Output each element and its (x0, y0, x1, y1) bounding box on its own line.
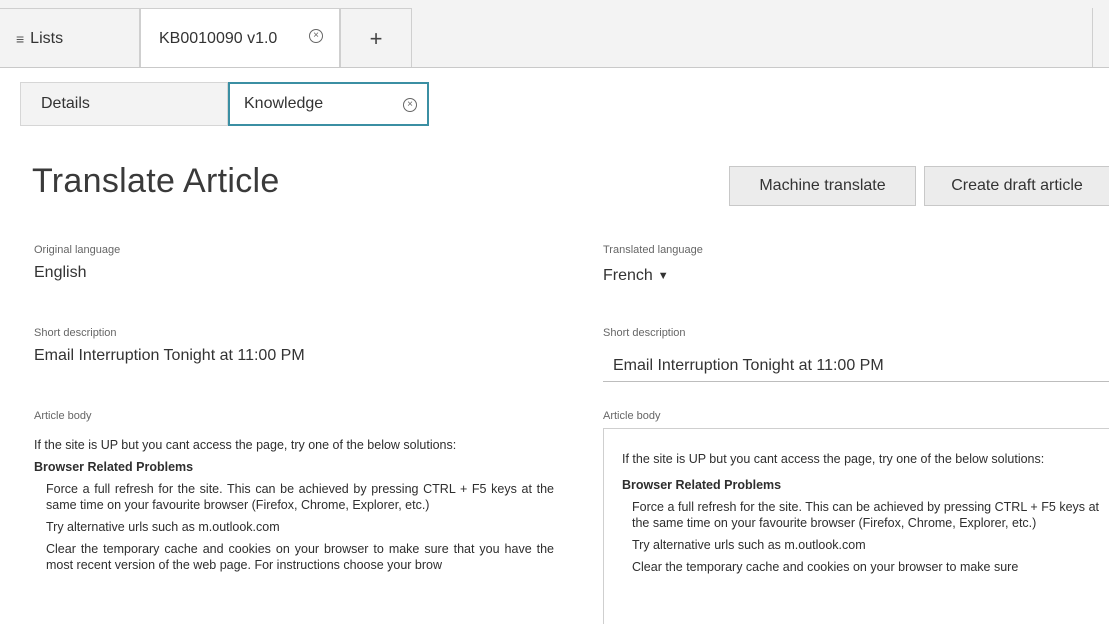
body-item: Try alternative urls such as m.outlook.c… (632, 538, 866, 552)
caret-down-icon: ▼ (657, 270, 669, 282)
tab-details[interactable]: Details (20, 82, 228, 126)
page-title: Translate Article (32, 162, 280, 200)
tab-knowledge-label: Knowledge (244, 95, 324, 112)
translated-article-body-label: Article body (603, 410, 661, 422)
body-item: Force a full refresh for the site. This … (632, 500, 1099, 530)
original-article-body: If the site is UP but you cant access th… (34, 437, 554, 624)
original-article-body-label: Article body (34, 410, 92, 422)
translated-short-description-label: Short description (603, 327, 686, 339)
body-item: Clear the temporary cache and cookies on… (632, 560, 1019, 574)
menu-icon: ≡ (16, 30, 25, 47)
add-tab-button[interactable]: + (340, 8, 412, 68)
tab-lists-label: Lists (30, 29, 64, 47)
add-tab-label: + (369, 25, 383, 51)
original-short-description-value: Email Interruption Tonight at 11:00 PM (34, 347, 305, 364)
tab-kb-record-label: KB0010090 v1.0 (159, 30, 278, 47)
body-item: Force a full refresh for the site. This … (46, 482, 554, 512)
original-language-label: Original language (34, 244, 121, 256)
close-tab-icon[interactable]: × (309, 29, 323, 43)
create-draft-article-button[interactable]: Create draft article (924, 166, 1109, 206)
machine-translate-button[interactable]: Machine translate (729, 166, 916, 206)
tab-strip-divider (1092, 8, 1093, 68)
tab-knowledge[interactable]: Knowledge × (228, 82, 429, 126)
body-intro: If the site is UP but you cant access th… (34, 438, 457, 452)
close-tab-icon[interactable]: × (403, 98, 417, 112)
translated-language-value: French (603, 267, 653, 284)
body-heading: Browser Related Problems (34, 460, 194, 474)
original-short-description-label: Short description (34, 327, 117, 339)
tab-details-label: Details (41, 95, 90, 112)
body-item: Try alternative urls such as m.outlook.c… (46, 520, 280, 534)
tab-kb-record[interactable]: KB0010090 v1.0 × (140, 8, 340, 69)
translated-language-label: Translated language (603, 244, 703, 256)
translated-article-body-editor[interactable]: If the site is UP but you cant access th… (603, 428, 1109, 624)
translated-short-description-input[interactable]: Email Interruption Tonight at 11:00 PM (603, 350, 1109, 382)
tab-lists[interactable]: ≡ Lists (0, 8, 140, 68)
body-item: Clear the temporary cache and cookies on… (46, 542, 554, 572)
body-heading: Browser Related Problems (622, 478, 782, 492)
top-tab-strip: ≡ Lists KB0010090 v1.0 × + (0, 0, 1109, 69)
translated-short-description-value: Email Interruption Tonight at 11:00 PM (613, 356, 884, 374)
body-intro: If the site is UP but you cant access th… (622, 452, 1045, 466)
original-language-value: English (34, 264, 87, 281)
sub-tab-strip: Details Knowledge × (0, 68, 1109, 136)
translated-language-select[interactable]: French ▼ (603, 267, 669, 285)
